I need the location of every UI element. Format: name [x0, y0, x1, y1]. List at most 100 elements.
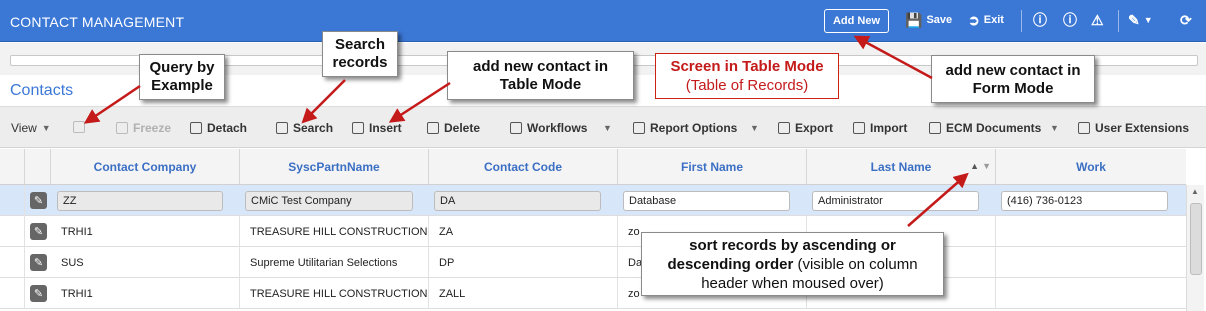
cell-partner-name: Supreme Utilitarian Selections — [240, 247, 429, 278]
export-button[interactable]: Export — [778, 121, 833, 135]
row-selector[interactable] — [0, 216, 25, 247]
query-by-example-button[interactable] — [73, 121, 85, 133]
report-options-dropdown[interactable]: ▼ — [750, 123, 759, 133]
cell-partner-name: TREASURE HILL CONSTRUCTION — [240, 278, 429, 309]
report-options-button[interactable]: Report Options — [633, 121, 737, 135]
annotation-line: (Table of Records) — [685, 77, 809, 94]
import-button[interactable]: Import — [853, 121, 907, 135]
insert-button[interactable]: Insert — [352, 121, 402, 135]
app-header: CONTACT MANAGEMENT Add New 💾 Save ➲ Exit… — [0, 0, 1206, 42]
sort-descending-icon[interactable]: ▼ — [982, 161, 991, 171]
ecm-documents-label: ECM Documents — [946, 121, 1042, 135]
edit-note-icon: ✎ — [1128, 12, 1140, 28]
annotation-line: Query by — [149, 59, 215, 76]
delete-icon — [427, 122, 439, 134]
partner-name-field[interactable]: CMiC Test Company — [245, 191, 413, 211]
info-button[interactable]: ⓘ — [1033, 13, 1047, 27]
table-row[interactable]: ✎ ZZ CMiC Test Company DA Database Admin… — [0, 185, 1186, 216]
table-row[interactable]: ✎ TRHI1 TREASURE HILL CONSTRUCTION ZALL … — [0, 278, 1186, 309]
column-header-contact-code[interactable]: Contact Code — [429, 149, 618, 185]
last-name-field[interactable]: Administrator — [812, 191, 979, 211]
edit-row-icon[interactable]: ✎ — [30, 285, 47, 302]
contacts-table: Contact Company SyscPartnName Contact Co… — [0, 149, 1186, 311]
contact-company-field[interactable]: ZZ — [57, 191, 223, 211]
search-label: Search — [293, 121, 334, 135]
insert-label: Insert — [369, 121, 402, 135]
print-icon — [633, 122, 645, 134]
toolbar: View ▼ Freeze Detach Search Insert Delet… — [0, 106, 1206, 148]
annotation-line: Example — [151, 77, 213, 94]
annotation-line: add new contact in — [945, 62, 1081, 79]
scrollbar-thumb[interactable] — [1190, 203, 1202, 275]
table-row[interactable]: ✎ TRHI1 TREASURE HILL CONSTRUCTION ZA zo — [0, 216, 1186, 247]
view-menu[interactable]: View ▼ — [11, 121, 51, 135]
edit-row-icon[interactable]: ✎ — [30, 223, 47, 240]
search-button[interactable]: Search — [276, 121, 333, 135]
sort-ascending-icon[interactable]: ▲ — [970, 161, 979, 171]
first-name-field[interactable]: Database — [623, 191, 790, 211]
detach-button[interactable]: Detach — [190, 121, 247, 135]
refresh-button[interactable]: ⟳ — [1180, 13, 1192, 27]
annotation-line: add new contact in — [472, 58, 608, 75]
workflows-icon — [510, 122, 522, 134]
chevron-down-icon: ▼ — [1143, 15, 1153, 25]
ecm-icon — [929, 122, 941, 134]
edit-options-button[interactable]: ✎ ▼ — [1128, 13, 1153, 27]
filter-icon — [73, 121, 85, 133]
cell-contact-company: TRHI1 — [51, 278, 240, 309]
workflows-button[interactable]: Workflows — [510, 121, 587, 135]
help-icon: ⓘ — [1063, 12, 1077, 28]
add-new-button[interactable]: Add New — [824, 9, 889, 33]
help-button[interactable]: ⓘ — [1063, 13, 1077, 27]
cell-work — [996, 216, 1186, 247]
save-icon: 💾 — [905, 12, 923, 28]
header-edit-col — [25, 149, 51, 185]
cell-contact-code: DP — [429, 247, 618, 278]
contact-code-field[interactable]: DA — [434, 191, 601, 211]
exit-icon: ➲ — [968, 12, 980, 28]
save-button[interactable]: 💾 Save — [905, 13, 952, 27]
row-selector[interactable] — [0, 185, 25, 216]
cell-work — [996, 278, 1186, 309]
workflows-label: Workflows — [527, 121, 588, 135]
column-header-first-name[interactable]: First Name — [618, 149, 807, 185]
column-header-work[interactable]: Work — [996, 149, 1186, 185]
cell-contact-company: SUS — [51, 247, 240, 278]
table-row[interactable]: ✎ SUS Supreme Utilitarian Selections DP … — [0, 247, 1186, 278]
annotation-line: Form Mode — [972, 80, 1054, 97]
edit-row-icon[interactable]: ✎ — [30, 254, 47, 271]
column-header-contact-company[interactable]: Contact Company — [51, 149, 240, 185]
edit-row-icon[interactable]: ✎ — [30, 192, 47, 209]
ecm-documents-button[interactable]: ECM Documents — [929, 121, 1041, 135]
row-selector[interactable] — [0, 278, 25, 309]
vertical-scrollbar[interactable]: ▲ — [1186, 185, 1204, 311]
row-selector[interactable] — [0, 247, 25, 278]
warning-button[interactable]: ⚠ — [1091, 13, 1104, 27]
annotation-form-mode: add new contact in Form Mode — [931, 55, 1095, 103]
annotation-line: Search — [334, 36, 386, 53]
ecm-dropdown[interactable]: ▼ — [1050, 123, 1059, 133]
work-phone-field[interactable]: (416) 736-0123 — [1001, 191, 1168, 211]
workflows-dropdown[interactable]: ▼ — [603, 123, 612, 133]
cell-partner-name: TREASURE HILL CONSTRUCTION — [240, 216, 429, 247]
user-extensions-label: User Extensions — [1095, 121, 1190, 135]
cell-contact-code: ZA — [429, 216, 618, 247]
scroll-up-icon[interactable]: ▲ — [1191, 187, 1199, 196]
export-label: Export — [795, 121, 834, 135]
delete-label: Delete — [444, 121, 481, 135]
freeze-icon — [116, 122, 128, 134]
exit-button[interactable]: ➲ Exit — [968, 13, 1004, 27]
chevron-down-icon: ▼ — [41, 123, 51, 133]
column-header-last-name[interactable]: Last Name ▲ ▼ — [807, 149, 996, 185]
exit-label: Exit — [983, 14, 1004, 26]
warning-icon: ⚠ — [1091, 12, 1104, 28]
column-header-syscpartnname[interactable]: SyscPartnName — [240, 149, 429, 185]
cell-contact-company: TRHI1 — [51, 216, 240, 247]
freeze-button[interactable]: Freeze — [116, 121, 171, 135]
user-extensions-button[interactable]: User Extensions — [1078, 121, 1189, 135]
view-label: View — [11, 121, 37, 135]
delete-button[interactable]: Delete — [427, 121, 480, 135]
app-title: CONTACT MANAGEMENT — [10, 14, 185, 30]
annotation-line: Screen in Table Mode — [670, 58, 824, 75]
section-title: Contacts — [10, 82, 74, 99]
